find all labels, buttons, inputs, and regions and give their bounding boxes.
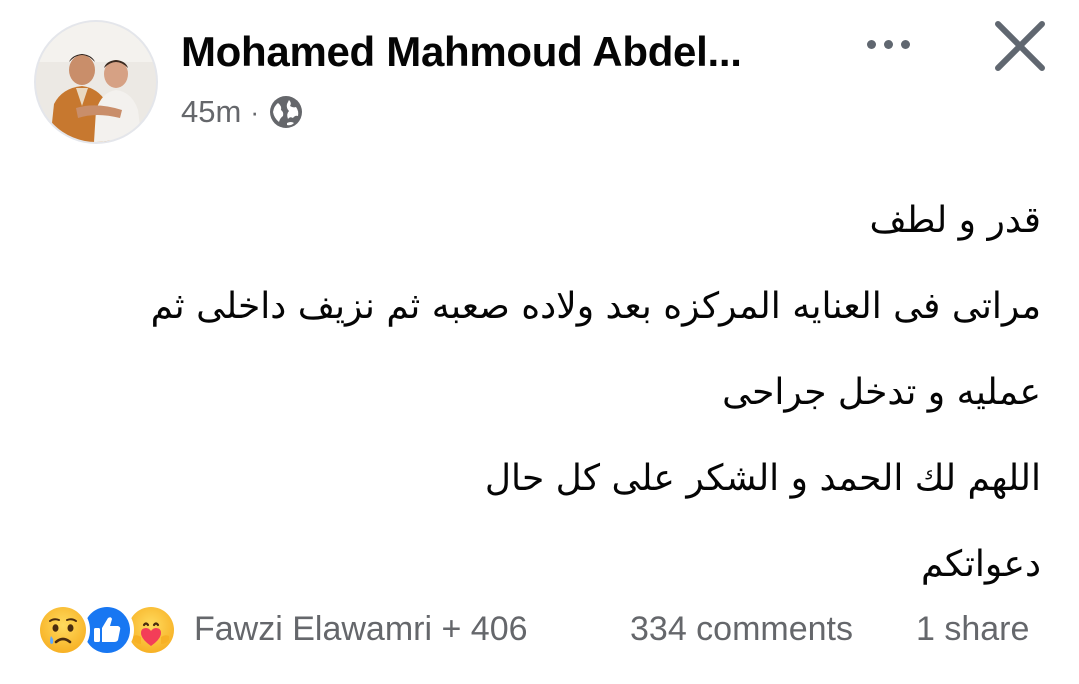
close-icon[interactable] — [988, 14, 1052, 78]
author-avatar[interactable] — [36, 22, 156, 142]
post-line-2: مراتى فى العنايه المركزه بعد ولاده صعبه … — [150, 286, 1041, 327]
globe-icon[interactable] — [268, 94, 304, 130]
reaction-icons[interactable] — [36, 603, 178, 657]
post-line-3: عمليه و تدخل جراحى — [722, 372, 1041, 413]
post-line-4: اللهم لك الحمد و الشكر على كل حال — [484, 458, 1041, 499]
author-name[interactable]: Mohamed Mahmoud Abdel... — [181, 28, 742, 76]
dot-1 — [866, 39, 876, 49]
post-line-5: دعواتكم — [921, 544, 1041, 585]
reactors-text[interactable]: Fawzi Elawamri + 406 — [194, 610, 528, 649]
dot-2 — [883, 39, 893, 49]
sad-reaction-icon — [36, 603, 90, 657]
post-header: Mohamed Mahmoud Abdel... 45m · — [0, 0, 1079, 160]
dot-3 — [900, 39, 910, 49]
post-footer: Fawzi Elawamri + 406 334 comments 1 shar… — [0, 600, 1079, 660]
comments-count[interactable]: 334 comments — [630, 610, 853, 649]
post-timestamp[interactable]: 45m — [181, 94, 241, 130]
more-dots-icon[interactable] — [852, 26, 924, 62]
post-meta: 45m · — [181, 92, 304, 132]
share-count[interactable]: 1 share — [916, 610, 1029, 649]
meta-separator: · — [250, 96, 259, 127]
avatar-photo — [36, 22, 156, 142]
post-line-1: قدر و لطف — [869, 200, 1041, 241]
